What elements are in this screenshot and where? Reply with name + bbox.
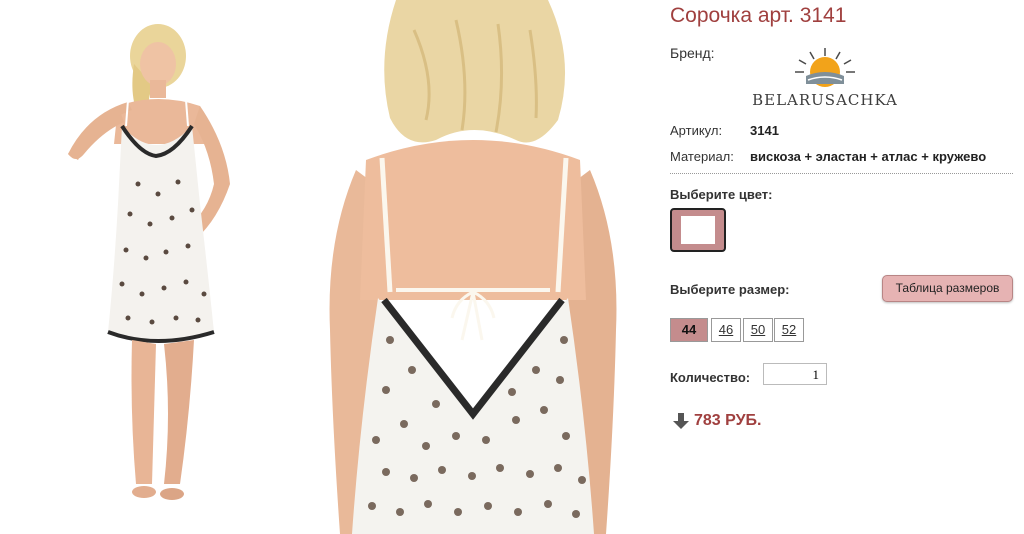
spec-row-material: Материал: вискоза + эластан + атлас + кру… — [670, 149, 986, 164]
product-title: Сорочка арт. 3141 — [670, 4, 847, 27]
color-picker-label: Выберите цвет: — [670, 187, 773, 202]
product-main-photo-back[interactable] — [286, 0, 660, 534]
brand-name: BELARUSACHKA — [752, 91, 898, 109]
quantity-input[interactable] — [763, 363, 827, 385]
color-swatch-fill — [681, 216, 715, 244]
quantity-label: Количество: — [670, 370, 751, 385]
divider — [670, 173, 1013, 174]
size-option-46[interactable]: 46 — [711, 318, 741, 342]
size-option-44[interactable]: 44 — [670, 318, 708, 342]
product-gallery — [0, 0, 660, 534]
size-picker-label: Выберите размер: — [670, 282, 790, 297]
size-option-52[interactable]: 52 — [774, 318, 804, 342]
brand-label: Бренд: — [670, 45, 715, 61]
model-front-photo — [68, 24, 230, 500]
spec-label: Материал: — [670, 149, 734, 164]
spec-row-article: Артикул: 3141 — [670, 123, 779, 138]
spec-value: 3141 — [750, 123, 779, 138]
product-info-panel: Сорочка арт. 3141 Бренд: BELARUSACHKA Ар… — [670, 0, 1014, 534]
spec-label: Артикул: — [670, 123, 723, 138]
size-option-50[interactable]: 50 — [743, 318, 773, 342]
size-table-button[interactable]: Таблица размеров — [882, 275, 1013, 302]
color-swatch-selected[interactable] — [670, 208, 726, 252]
sun-logo-icon — [795, 48, 855, 87]
spec-value: вискоза + эластан + атлас + кружево — [750, 149, 987, 164]
price: 783 РУБ. — [672, 412, 762, 430]
price-value: 783 РУБ. — [694, 412, 762, 430]
arrow-down-icon — [672, 412, 690, 430]
model-back-photo — [329, 0, 617, 534]
product-thumbnail-front[interactable] — [48, 14, 264, 514]
brand-logo[interactable]: BELARUSACHKA — [750, 44, 900, 112]
